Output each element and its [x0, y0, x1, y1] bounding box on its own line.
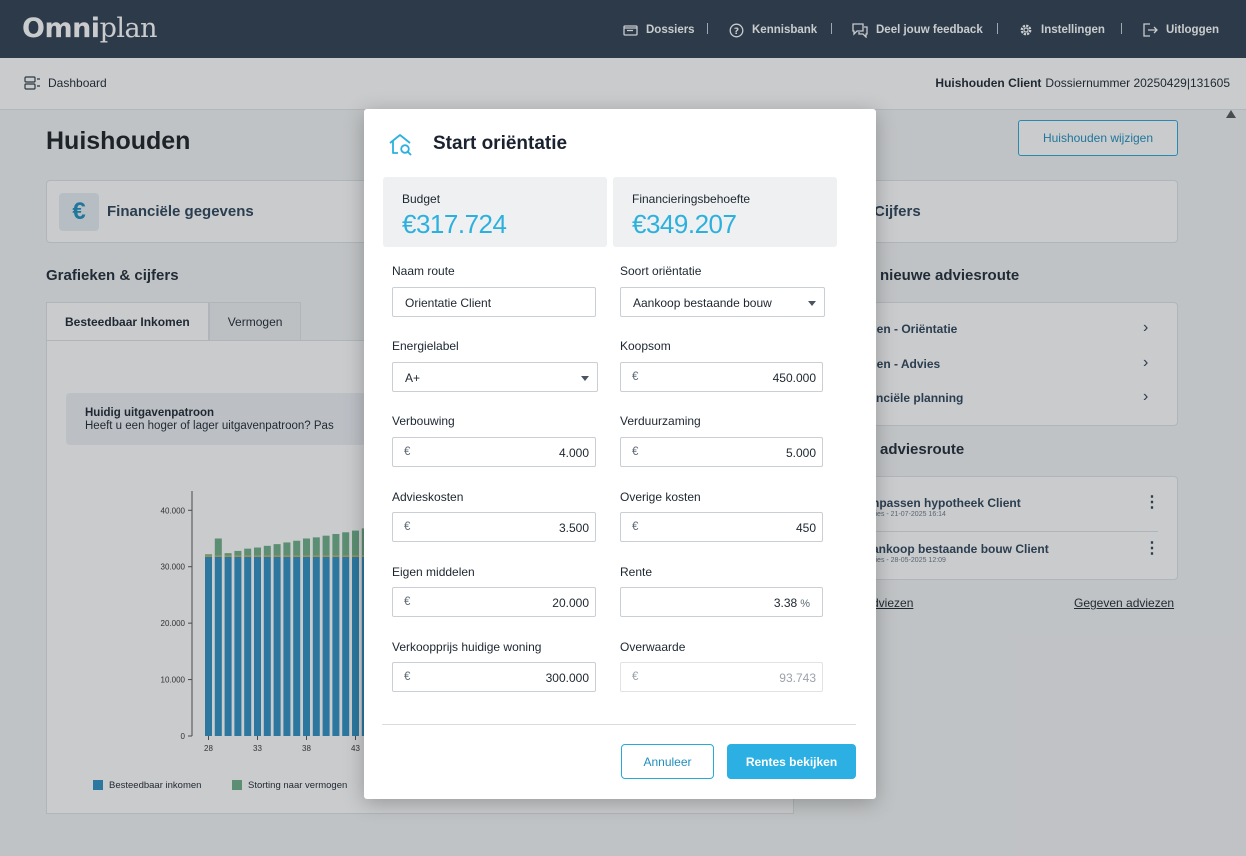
euro-prefix: €: [404, 671, 411, 683]
budget-label: Budget: [402, 192, 441, 206]
renovation-value: 4.000: [558, 446, 589, 460]
other-costs-input[interactable]: € 450: [620, 512, 823, 542]
orientation-type-value: Aankoop bestaande bouw: [633, 296, 772, 310]
advice-costs-value: 3.500: [558, 521, 589, 535]
sustainability-label: Verduurzaming: [620, 414, 701, 428]
sustainability-value: 5.000: [785, 446, 816, 460]
advice-costs-label: Advieskosten: [392, 490, 464, 504]
orientation-type-select[interactable]: Aankoop bestaande bouw: [620, 287, 825, 317]
purchase-price-input[interactable]: € 450.000: [620, 362, 823, 392]
route-name-label: Naam route: [392, 264, 455, 278]
budget-box: Budget €317.724: [383, 177, 607, 247]
purchase-price-value: 450.000: [772, 371, 816, 385]
surplus-value-field: € 93.743: [620, 662, 823, 692]
percent-suffix: %: [800, 598, 810, 610]
surplus-value: 93.743: [779, 671, 816, 685]
financing-need-box: Financieringsbehoefte €349.207: [613, 177, 837, 247]
financing-need-value: €349.207: [632, 209, 737, 239]
interest-label: Rente: [620, 565, 653, 579]
euro-prefix: €: [404, 596, 411, 608]
chevron-down-icon: [808, 301, 816, 306]
financing-need-label: Financieringsbehoefte: [632, 192, 751, 206]
renovation-label: Verbouwing: [392, 414, 455, 428]
view-rates-button[interactable]: Rentes bekijken: [727, 744, 856, 779]
interest-value: 3.38: [773, 596, 798, 610]
sustainability-input[interactable]: € 5.000: [620, 437, 823, 467]
energy-label-select[interactable]: A+: [392, 362, 598, 392]
modal-title: Start oriëntatie: [433, 133, 568, 154]
euro-prefix: €: [404, 521, 411, 533]
own-funds-label: Eigen middelen: [392, 565, 475, 579]
orientation-type-label: Soort oriëntatie: [620, 264, 702, 278]
interest-input[interactable]: 3.38%: [620, 587, 823, 617]
euro-prefix: €: [632, 671, 639, 683]
budget-value: €317.724: [402, 209, 507, 239]
energy-label-label: Energielabel: [392, 339, 459, 353]
euro-prefix: €: [404, 446, 411, 458]
sale-price-input[interactable]: € 300.000: [392, 662, 596, 692]
house-search-icon: [388, 132, 414, 163]
start-orientation-modal: Start oriëntatie Budget €317.724 Financi…: [364, 109, 876, 799]
euro-prefix: €: [632, 371, 639, 383]
other-costs-value: 450: [795, 521, 816, 535]
route-name-value: Orientatie Client: [405, 296, 492, 310]
energy-label-value: A+: [405, 371, 421, 385]
own-funds-input[interactable]: € 20.000: [392, 587, 596, 617]
modal-footer-divider: [382, 724, 856, 725]
sale-price-label: Verkoopprijs huidige woning: [392, 640, 542, 654]
renovation-input[interactable]: € 4.000: [392, 437, 596, 467]
surplus-value-label: Overwaarde: [620, 640, 686, 654]
own-funds-value: 20.000: [552, 596, 589, 610]
sale-price-value: 300.000: [545, 671, 589, 685]
cancel-button[interactable]: Annuleer: [621, 744, 714, 779]
advice-costs-input[interactable]: € 3.500: [392, 512, 596, 542]
route-name-input[interactable]: Orientatie Client: [392, 287, 596, 317]
euro-prefix: €: [632, 446, 639, 458]
other-costs-label: Overige kosten: [620, 490, 701, 504]
euro-prefix: €: [632, 521, 639, 533]
purchase-price-label: Koopsom: [620, 339, 671, 353]
chevron-down-icon: [581, 376, 589, 381]
